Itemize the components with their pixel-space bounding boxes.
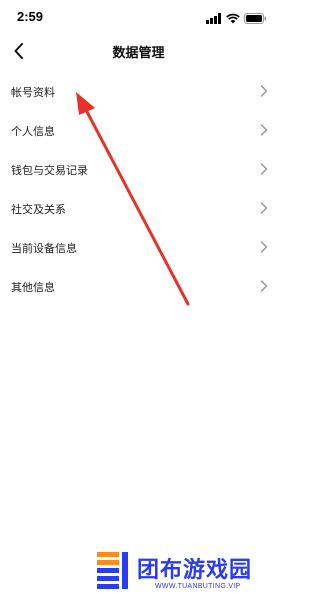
chevron-right-icon (260, 241, 268, 253)
watermark-title: 团布游戏园 (137, 558, 253, 583)
chevron-right-icon (260, 163, 268, 175)
menu-item-label: 钱包与交易记录 (11, 163, 88, 177)
menu-item-social[interactable]: 社交及关系 (0, 189, 277, 228)
menu-item-label: 社交及关系 (11, 202, 66, 216)
chevron-right-icon (260, 280, 268, 292)
menu-item-label: 当前设备信息 (11, 241, 77, 255)
wifi-icon (226, 13, 240, 23)
logo-mark-icon (97, 552, 128, 589)
menu-item-other[interactable]: 其他信息 (0, 267, 277, 306)
signal-icon (206, 12, 221, 24)
menu-item-account[interactable]: 帐号资料 (0, 72, 277, 111)
status-time: 2:59 (17, 9, 44, 24)
chevron-right-icon (260, 85, 268, 97)
page-title: 数据管理 (112, 46, 165, 61)
nav-bar: 数据管理 (0, 34, 277, 68)
watermark-logo: 团布游戏园 WWW.TUANBUTING.VIP (95, 552, 265, 594)
menu-list: 帐号资料 个人信息 钱包与交易记录 社交及关系 当前设备信息 其他信息 (0, 72, 277, 306)
menu-item-label: 个人信息 (11, 124, 55, 138)
chevron-right-icon (260, 124, 268, 136)
watermark-subtitle: WWW.TUANBUTING.VIP (155, 583, 241, 590)
menu-item-label: 帐号资料 (11, 85, 55, 99)
menu-item-personal[interactable]: 个人信息 (0, 111, 277, 150)
menu-item-device[interactable]: 当前设备信息 (0, 228, 277, 267)
menu-item-label: 其他信息 (11, 280, 55, 294)
status-icons (206, 12, 267, 24)
menu-item-wallet[interactable]: 钱包与交易记录 (0, 150, 277, 189)
chevron-right-icon (260, 202, 268, 214)
battery-icon (244, 12, 266, 24)
